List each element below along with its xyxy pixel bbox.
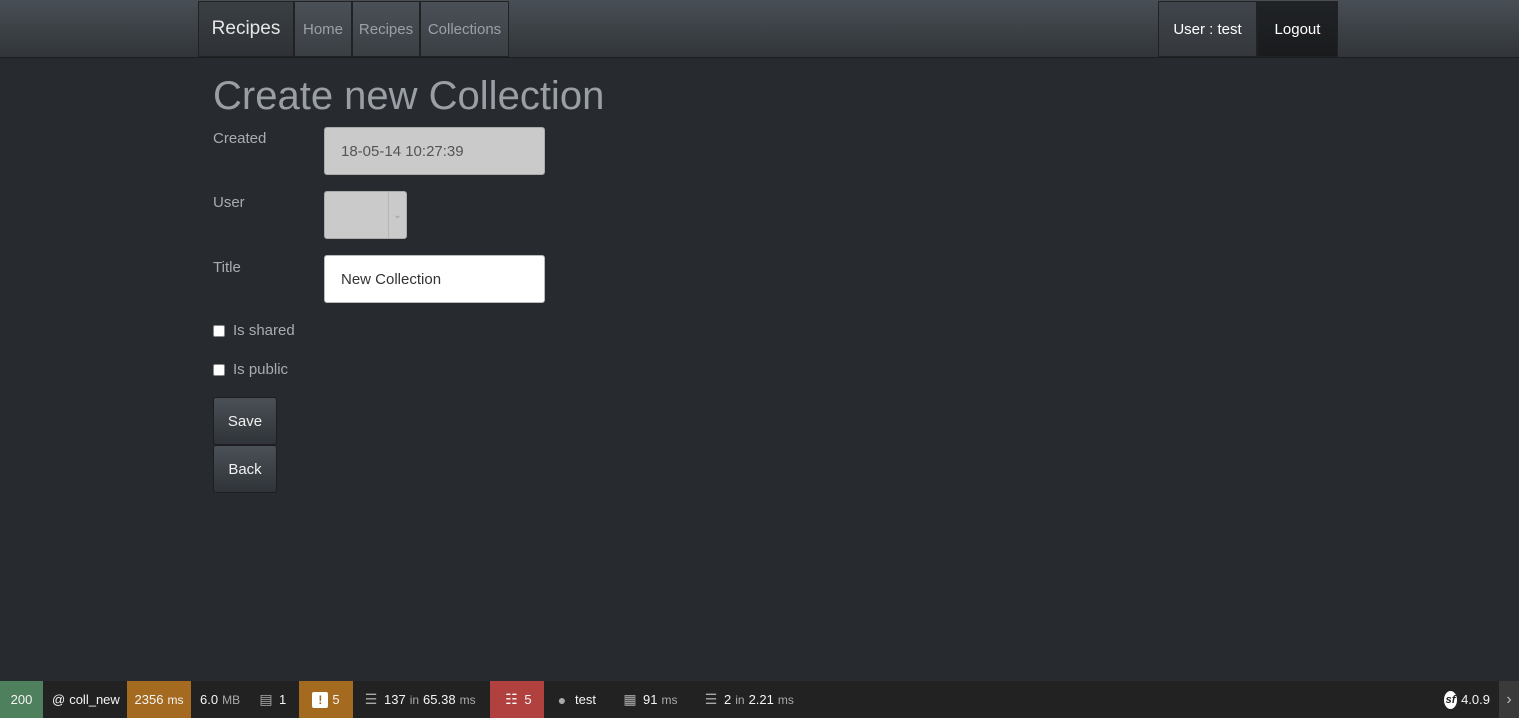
- route-prefix: @: [52, 692, 66, 707]
- shared-label: Is shared: [233, 322, 295, 339]
- exclamation-icon: !: [312, 691, 329, 708]
- toolbar-user: test: [575, 692, 596, 707]
- user-panel[interactable]: ● test: [544, 681, 612, 718]
- log-icon: ▤: [259, 691, 273, 707]
- warnings-count: 5: [332, 692, 340, 707]
- memory-unit: MB: [222, 692, 241, 707]
- symfony-logo-icon: sf: [1444, 690, 1458, 709]
- created-field: 18-05-14 10:27:39: [324, 127, 545, 175]
- route-panel[interactable]: @ coll_new: [43, 681, 127, 718]
- time-value: 2356: [134, 692, 164, 707]
- time-unit: ms: [167, 692, 184, 707]
- cache-in: in: [735, 692, 745, 707]
- nav-collections-link[interactable]: Collections: [420, 1, 509, 57]
- cache-calls: 2: [724, 692, 732, 707]
- memory-value: 6.0: [200, 692, 219, 707]
- public-row: Is public: [213, 361, 288, 378]
- queries-in: in: [409, 692, 420, 707]
- public-checkbox[interactable]: [213, 363, 225, 376]
- back-button[interactable]: Back: [213, 445, 277, 493]
- symfony-version-panel[interactable]: sf 4.0.9: [1435, 681, 1499, 718]
- twig-panel[interactable]: ▦ 91 ms: [612, 681, 693, 718]
- save-button[interactable]: Save: [213, 397, 277, 445]
- chevron-down-icon: ⌄: [388, 192, 406, 238]
- layers-icon: ☰: [364, 691, 378, 707]
- server-icon: ☰: [704, 691, 718, 707]
- debug-toolbar: 200 @ coll_new 2356 ms 6.0 MB ▤ 1 ! 5 ☰ 137 i…: [0, 681, 1519, 718]
- logs-count: 1: [279, 692, 287, 707]
- logs-panel[interactable]: ▤ 1: [248, 681, 299, 718]
- twig-unit: ms: [661, 692, 678, 707]
- nav-recipes-link[interactable]: Recipes: [352, 1, 420, 57]
- nav-home-link[interactable]: Home: [294, 1, 352, 57]
- queries-count: 137: [384, 692, 406, 707]
- memory-panel[interactable]: 6.0 MB: [191, 681, 248, 718]
- cache-unit: ms: [777, 692, 794, 707]
- twig-time: 91: [643, 692, 658, 707]
- template-icon: ▦: [623, 691, 637, 707]
- translations-count: 5: [524, 692, 532, 707]
- status-code: 200: [10, 692, 33, 707]
- cache-time: 2.21: [748, 692, 774, 707]
- shared-checkbox[interactable]: [213, 324, 225, 337]
- page-title: Create new Collection: [213, 74, 605, 118]
- symfony-version: 4.0.9: [1461, 692, 1490, 707]
- translation-icon: ☷: [505, 691, 518, 707]
- title-label: Title: [213, 259, 241, 276]
- time-panel[interactable]: 2356 ms: [127, 681, 191, 718]
- chevron-right-icon: ›: [1506, 690, 1512, 708]
- user-icon: ●: [557, 691, 567, 708]
- logout-button[interactable]: Logout: [1257, 1, 1338, 57]
- toolbar-hide-button[interactable]: ›: [1499, 681, 1519, 718]
- user-select[interactable]: ⌄: [324, 191, 407, 239]
- route-name: coll_new: [69, 692, 120, 707]
- translation-panel[interactable]: ☷ 5: [490, 681, 544, 718]
- warnings-panel[interactable]: ! 5: [299, 681, 353, 718]
- user-menu[interactable]: User : test: [1158, 1, 1257, 57]
- queries-unit: ms: [459, 692, 476, 707]
- brand-link[interactable]: Recipes: [198, 1, 294, 57]
- database-panel[interactable]: ☰ 137 in 65.38 ms: [353, 681, 490, 718]
- cache-panel[interactable]: ☰ 2 in 2.21 ms: [693, 681, 803, 718]
- public-label: Is public: [233, 361, 289, 378]
- user-label: User: [213, 194, 245, 211]
- created-label: Created: [213, 130, 267, 147]
- navbar: Recipes Home Recipes Collections User : …: [0, 0, 1519, 58]
- queries-time: 65.38: [423, 692, 456, 707]
- shared-row: Is shared: [213, 322, 295, 339]
- status-code-badge[interactable]: 200: [0, 681, 43, 718]
- title-input[interactable]: New Collection: [324, 255, 545, 303]
